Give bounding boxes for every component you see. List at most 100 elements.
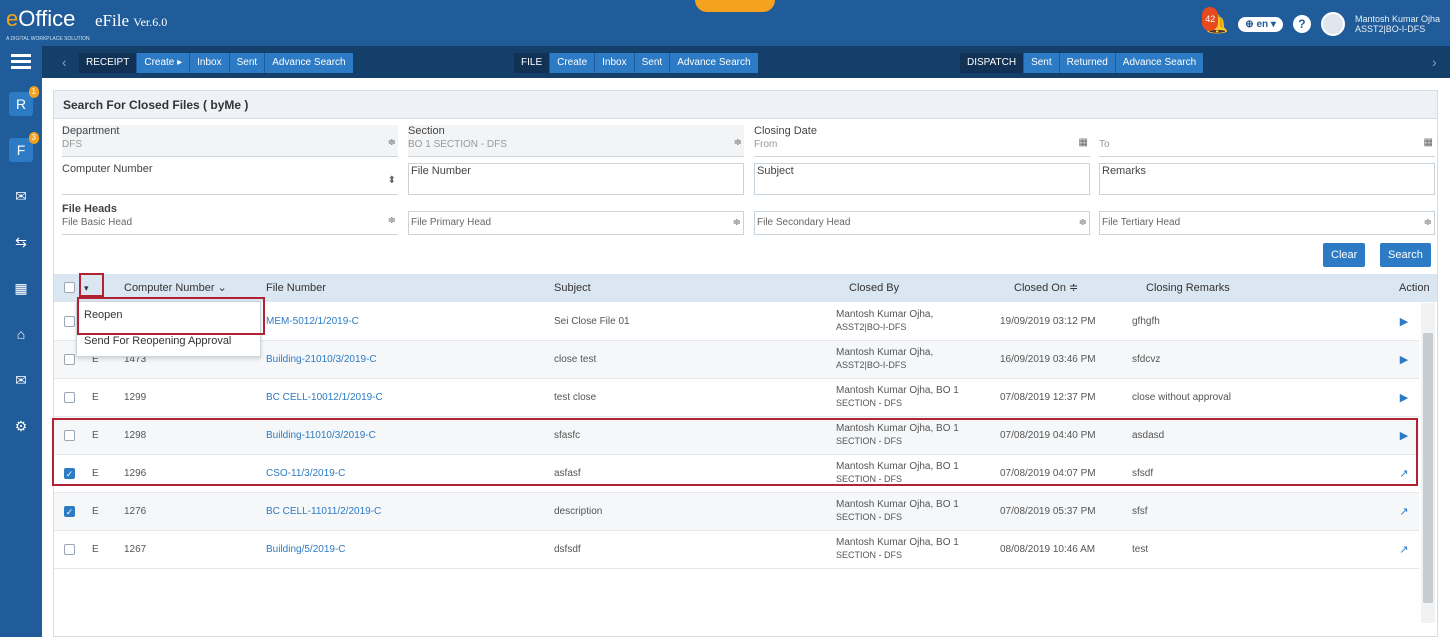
column-file-number: File Number xyxy=(266,282,326,294)
reports-module-icon[interactable]: ▦ xyxy=(9,276,33,300)
stepper-icon[interactable]: ⬍ xyxy=(388,175,396,186)
nav-receipt-advance-search[interactable]: Advance Search xyxy=(264,53,353,73)
table-row[interactable]: E 1267 Building/5/2019-C dsfsdf 08/08/2019 1… xyxy=(54,531,1419,569)
nav-prev-icon[interactable]: ‹ xyxy=(62,54,67,70)
file-module-icon[interactable]: F3 xyxy=(9,132,39,162)
remarks-field[interactable]: Remarks xyxy=(1099,163,1435,195)
receipt-module-icon[interactable]: R1 xyxy=(9,86,39,116)
nav-file-inbox[interactable]: Inbox xyxy=(594,53,634,73)
nav-dispatch-advance-search[interactable]: Advance Search xyxy=(1114,53,1204,73)
column-closed-on[interactable]: Closed On ≑ xyxy=(1014,274,1078,302)
movement-module-icon[interactable]: ⇆ xyxy=(9,230,33,254)
user-menu[interactable]: Mantosh Kumar Ojha ASST2|BO-I-DFS xyxy=(1355,14,1440,34)
help-icon[interactable]: ? xyxy=(1292,15,1311,33)
row-closed-by: Mantosh Kumar Ojha, BO 1 SECTION - DFS xyxy=(836,379,959,417)
row-file-number-link[interactable]: BC CELL-10012/1/2019-C xyxy=(266,379,383,417)
eoffice-logo[interactable]: eOffice A DIGITAL WORKPLACE SOLUTION xyxy=(6,6,90,42)
table-row[interactable]: ✓ E 1276 BC CELL-11011/2/2019-C description 0… xyxy=(54,493,1419,531)
dispatch-module-icon[interactable]: ✉ xyxy=(9,184,33,208)
notification-bell-icon[interactable]: 🔔42 xyxy=(1202,7,1229,35)
table-row[interactable]: E 1299 BC CELL-10012/1/2019-C test close 07/… xyxy=(54,379,1419,417)
nav-receipt-head[interactable]: RECEIPT xyxy=(79,53,137,73)
folder-icon[interactable]: ▶ xyxy=(1389,303,1419,341)
nav-file-sent[interactable]: Sent xyxy=(633,53,670,73)
file-number-field[interactable]: File Number xyxy=(408,163,744,195)
folder-icon[interactable]: ▶ xyxy=(1389,379,1419,417)
nav-file-advance-search[interactable]: Advance Search xyxy=(669,53,758,73)
nav-dispatch-sent[interactable]: Sent xyxy=(1023,53,1059,73)
table-scrollbar[interactable] xyxy=(1421,303,1435,623)
row-checkbox[interactable] xyxy=(64,392,75,403)
closed-files-panel: Search For Closed Files ( byMe ) Departm… xyxy=(53,90,1438,637)
row-checkbox[interactable] xyxy=(64,316,75,327)
file-number-label: File Number xyxy=(411,165,471,177)
home-icon[interactable]: ⌂ xyxy=(9,322,33,346)
avatar[interactable] xyxy=(1320,12,1345,36)
receipt-nav: RECEIPT Create ▸ Inbox Sent Advance Sear… xyxy=(79,53,353,73)
user-name: Mantosh Kumar Ojha xyxy=(1354,14,1440,24)
computer-number-field[interactable]: Computer Number ⬍ xyxy=(62,163,398,195)
calendar-icon[interactable]: ▦ xyxy=(1079,137,1088,148)
row-subject: test close xyxy=(554,392,597,403)
row-type: E xyxy=(92,392,99,403)
nav-dispatch-head[interactable]: DISPATCH xyxy=(960,53,1024,73)
nav-file-create[interactable]: Create xyxy=(549,53,595,73)
language-selector[interactable]: ⊕ en ▾ xyxy=(1238,16,1283,32)
file-tertiary-head-select[interactable]: File Tertiary Head ≑ xyxy=(1099,211,1435,235)
user-settings-icon[interactable]: ⚙ xyxy=(9,414,33,438)
top-pull-tab[interactable] xyxy=(695,0,775,12)
subject-field[interactable]: Subject xyxy=(754,163,1090,195)
file-primary-head-select[interactable]: File Primary Head ≑ xyxy=(408,211,744,235)
nav-next-icon[interactable]: › xyxy=(1432,54,1437,70)
notification-count: 42 xyxy=(1202,7,1219,31)
file-secondary-head-value: File Secondary Head xyxy=(757,217,851,228)
logo-tagline: A DIGITAL WORKPLACE SOLUTION xyxy=(6,36,90,42)
scrollbar-thumb[interactable] xyxy=(1423,333,1433,603)
file-basic-head-select[interactable]: File Heads File Basic Head ≑ xyxy=(62,203,398,235)
remarks-label: Remarks xyxy=(1102,165,1147,177)
closing-date-to-field[interactable]: To ▦ xyxy=(1099,125,1435,157)
department-field: Department DFS ≑ xyxy=(62,125,398,157)
section-value: BO 1 SECTION - DFS xyxy=(408,139,507,150)
row-closed-by: Mantosh Kumar Ojha, ASST2|BO-I-DFS xyxy=(836,303,933,341)
app-name: eFile xyxy=(95,11,129,30)
dispatch-nav: DISPATCH Sent Returned Advance Search xyxy=(960,53,1204,73)
calendar-icon[interactable]: ▦ xyxy=(1424,137,1433,148)
clear-button[interactable]: Clear xyxy=(1323,243,1366,267)
row-file-number-link[interactable]: MEM-5012/1/2019-C xyxy=(266,303,359,341)
mail-module-icon[interactable]: ✉ xyxy=(9,368,33,392)
row-type: E xyxy=(92,506,99,517)
closed-by-section: ASST2|BO-I-DFS xyxy=(836,360,907,370)
column-closed-by: Closed By xyxy=(849,282,900,294)
file-nav: FILE Create Inbox Sent Advance Search xyxy=(514,53,758,73)
folder-icon[interactable]: ▶ xyxy=(1389,341,1419,379)
nav-receipt-create[interactable]: Create ▸ xyxy=(136,53,190,73)
closed-by-section: SECTION - DFS xyxy=(836,512,903,522)
select-arrows-icon: ≑ xyxy=(733,137,742,148)
row-checkbox[interactable]: ✓ xyxy=(64,506,75,517)
reopen-icon[interactable]: ↗ xyxy=(1389,493,1419,531)
app-title: eFile Ver.6.0 xyxy=(95,11,167,31)
nav-receipt-sent[interactable]: Sent xyxy=(228,53,265,73)
reopen-icon[interactable]: ↗ xyxy=(1389,531,1419,569)
nav-file-head[interactable]: FILE xyxy=(514,53,550,73)
row-closing-remarks: sfdcvz xyxy=(1132,354,1161,365)
hamburger-menu-icon[interactable] xyxy=(11,54,31,72)
logo-word: Office xyxy=(18,6,76,31)
nav-dispatch-returned[interactable]: Returned xyxy=(1058,53,1115,73)
select-all-checkbox[interactable] xyxy=(64,282,75,293)
row-checkbox[interactable] xyxy=(64,544,75,555)
nav-receipt-inbox[interactable]: Inbox xyxy=(189,53,229,73)
row-checkbox[interactable] xyxy=(64,354,75,365)
row-file-number-link[interactable]: BC CELL-11011/2/2019-C xyxy=(266,493,381,531)
row-file-number-link[interactable]: Building/5/2019-C xyxy=(266,531,346,569)
file-secondary-head-select[interactable]: File Secondary Head ≑ xyxy=(754,211,1090,235)
section-field: Section BO 1 SECTION - DFS ≑ xyxy=(408,125,744,157)
file-badge: 3 xyxy=(28,132,39,144)
row-type: E xyxy=(92,544,99,555)
column-closing-remarks: Closing Remarks xyxy=(1146,282,1230,294)
closing-date-from-field[interactable]: Closing Date From ▦ xyxy=(754,125,1090,157)
search-button[interactable]: Search xyxy=(1380,243,1431,267)
row-file-number-link[interactable]: Building-21010/3/2019-C xyxy=(266,341,377,379)
select-arrows-icon: ≑ xyxy=(1078,217,1087,228)
